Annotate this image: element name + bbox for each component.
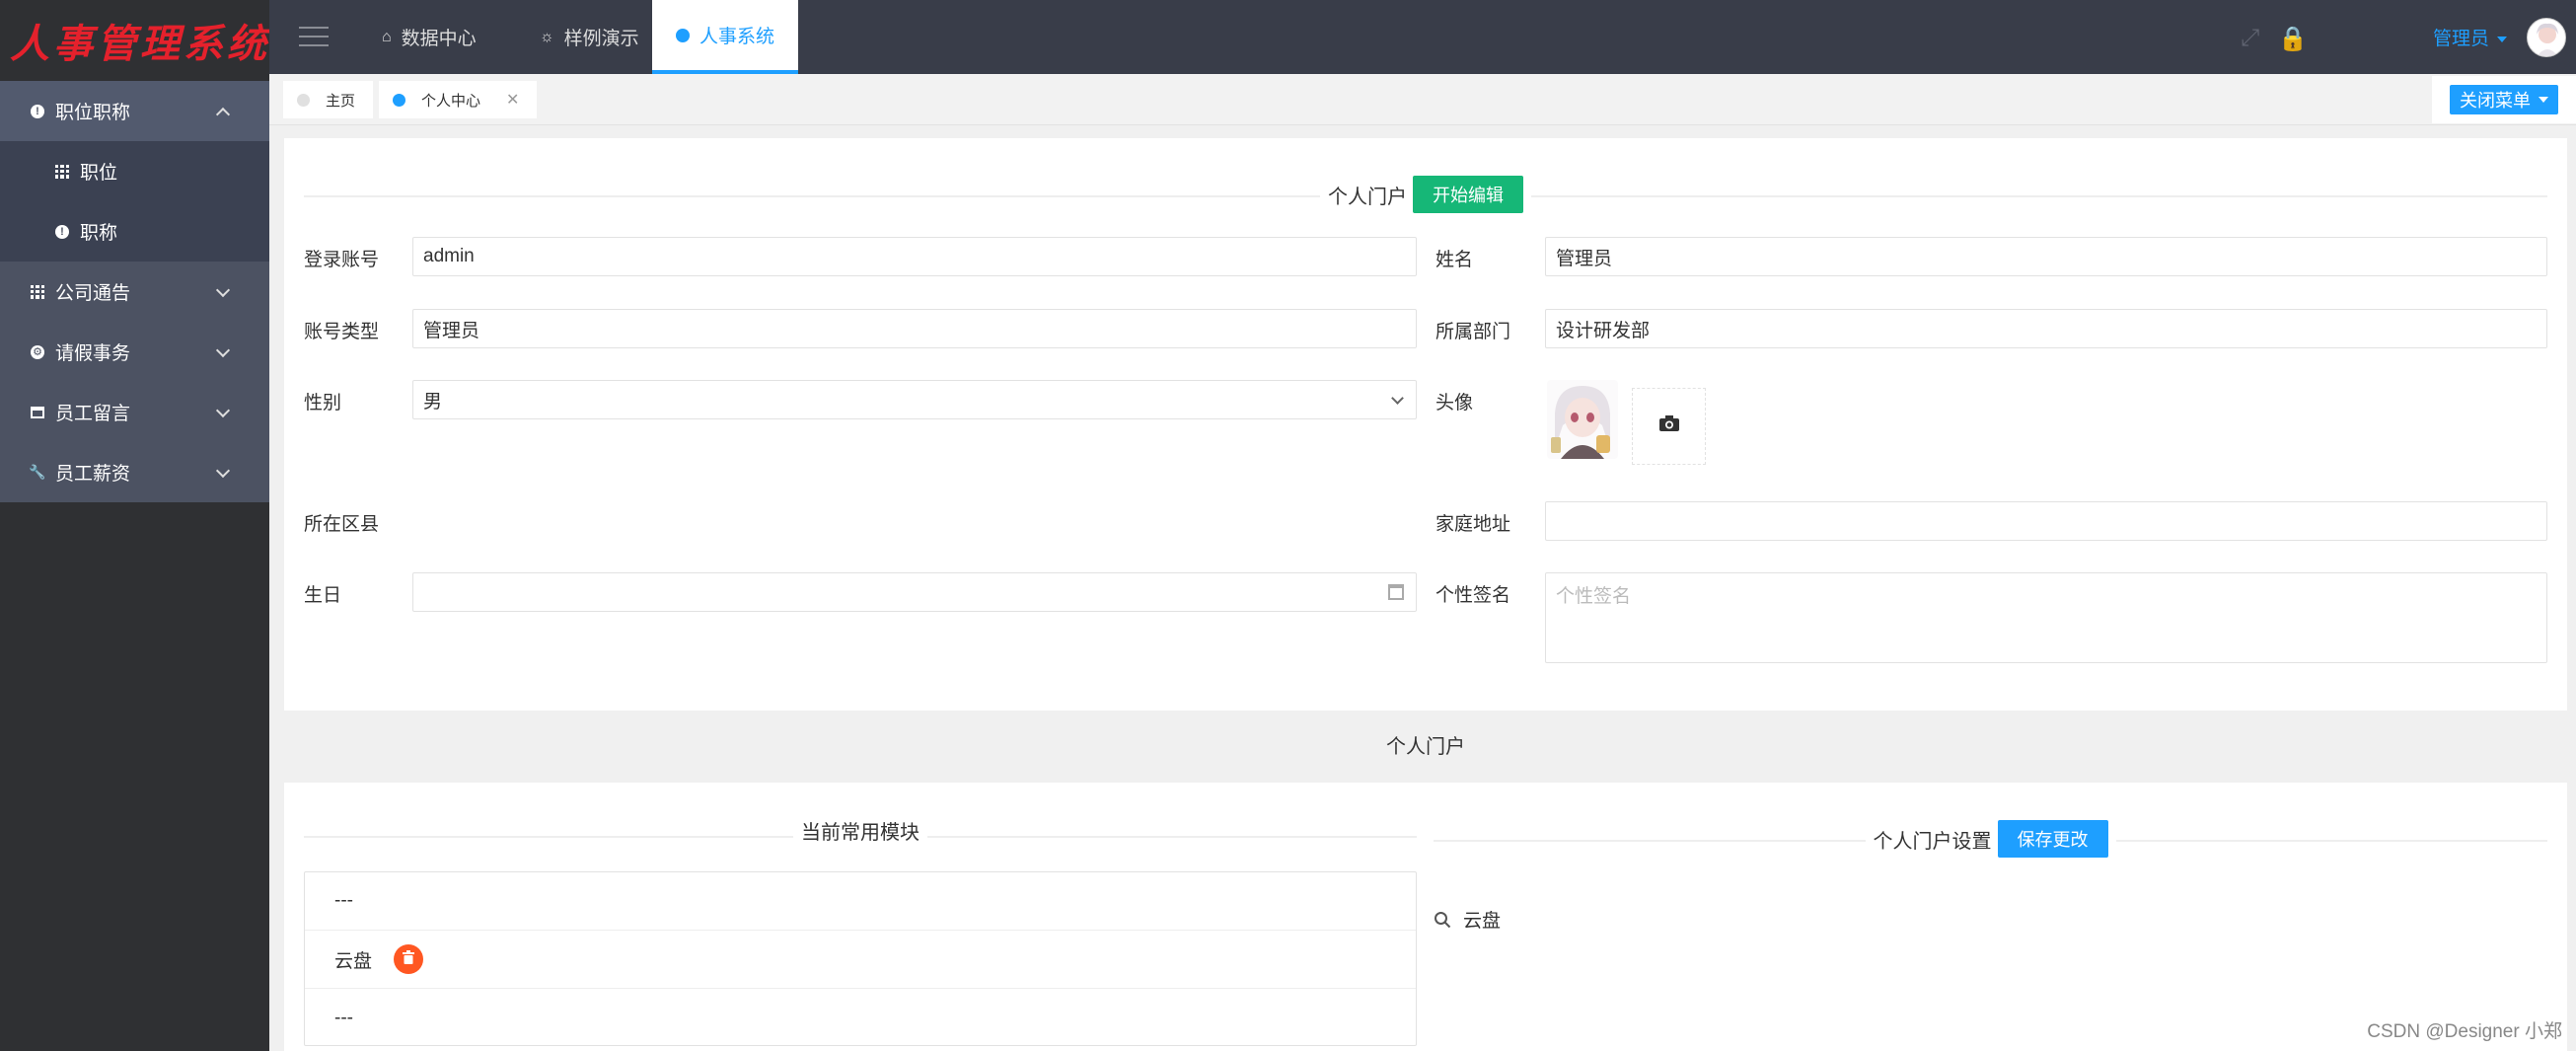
portal-settings-title-line: 个人门户设置 保存更改 <box>1434 820 2547 858</box>
avatar[interactable] <box>2527 18 2566 57</box>
top-header: ⌂ 数据中心 ☼ 样例演示 人事系统 ⤢ 🔒 管理员 <box>269 0 2576 74</box>
name-input[interactable]: 管理员 <box>1545 237 2547 276</box>
home-address-label: 家庭地址 <box>1435 514 1511 535</box>
sidebar-item-announcements[interactable]: 公司通告 <box>0 262 269 322</box>
signature-label: 个性签名 <box>1435 585 1511 606</box>
sidebar-item-position-title[interactable]: ! 职位职称 <box>0 81 269 141</box>
sidebar-item-label: 公司通告 <box>55 283 131 304</box>
caret-down-icon <box>2539 97 2548 103</box>
close-menu-wrap: 关闭菜单 <box>2432 76 2576 123</box>
calendar-icon <box>1388 584 1404 600</box>
avatar-label: 头像 <box>1435 393 1474 413</box>
sidebar-item-salary[interactable]: 🔧 员工薪资 <box>0 442 269 502</box>
district-label: 所在区县 <box>304 514 380 535</box>
start-edit-button[interactable]: 开始编辑 <box>1413 176 1523 213</box>
signature-textarea[interactable]: 个性签名 <box>1545 572 2547 663</box>
grid-icon <box>54 164 70 180</box>
sidebar-item-label: 职位职称 <box>55 103 131 123</box>
grid-icon <box>30 284 45 300</box>
chevron-down-icon <box>1391 392 1404 405</box>
department-label: 所属部门 <box>1435 322 1511 342</box>
profile-title: 个人门户 开始编辑 <box>1320 176 1531 213</box>
portal-search-item[interactable]: 云盘 <box>1434 906 1501 933</box>
info-circle-icon <box>676 28 690 42</box>
list-item: --- <box>334 1007 353 1028</box>
sidebar-item-label: 员工留言 <box>55 404 131 424</box>
watermark: CSDN @Designer 小郑 <box>2367 1021 2562 1042</box>
close-menu-button[interactable]: 关闭菜单 <box>2450 85 2558 114</box>
lock-icon[interactable]: 🔒 <box>2278 25 2308 53</box>
profile-title-line: 个人门户 开始编辑 <box>304 176 2547 213</box>
birthday-input[interactable] <box>412 572 1417 612</box>
gear-icon: ⚙ <box>30 344 45 360</box>
home-icon: ⌂ <box>382 28 392 45</box>
login-account-input[interactable]: admin <box>412 237 1417 276</box>
menu-toggle-icon[interactable] <box>299 27 329 46</box>
tab-dot-icon <box>393 93 405 107</box>
close-icon[interactable]: ✕ <box>506 90 519 110</box>
list-item: 云盘 <box>305 931 1416 989</box>
fullscreen-icon[interactable]: ⤢ <box>2241 25 2259 52</box>
login-account-label: 登录账号 <box>304 250 380 270</box>
gender-label: 性别 <box>304 393 342 413</box>
tab-demo[interactable]: ☼ 样例演示 <box>516 0 663 74</box>
search-icon <box>1434 911 1451 929</box>
sidebar-item-label: 员工薪资 <box>55 464 131 485</box>
app-logo[interactable]: 人事管理系统 <box>0 0 269 81</box>
name-label: 姓名 <box>1435 250 1474 270</box>
delete-module-button[interactable] <box>394 944 424 974</box>
sidebar-menu: ! 职位职称 职位 ! 职称 公司通告 ⚙ 请假事务 员工留言 🔧 员工薪资 <box>0 81 269 502</box>
sidebar-item-title[interactable]: ! 职称 <box>0 201 269 262</box>
save-changes-button[interactable]: 保存更改 <box>1997 820 2108 858</box>
bulb-icon: ☼ <box>540 28 554 45</box>
modules-title-line: 当前常用模块 <box>304 816 1417 845</box>
upload-avatar-button[interactable] <box>1632 388 1706 465</box>
modules-title: 当前常用模块 <box>793 816 927 845</box>
home-address-input[interactable] <box>1545 501 2547 541</box>
tab-hr-system[interactable]: 人事系统 <box>652 0 799 74</box>
sidebar-item-messages[interactable]: 员工留言 <box>0 382 269 442</box>
sidebar-item-label: 职称 <box>80 223 118 244</box>
portal-panel: 当前常用模块 个人门户设置 保存更改 --- 云盘 --- 云盘 <box>284 783 2567 1051</box>
camera-icon <box>1658 414 1680 438</box>
page-tab-home[interactable]: 主页 <box>283 81 374 118</box>
user-menu[interactable]: 管理员 <box>2433 24 2507 50</box>
account-type-input[interactable]: 管理员 <box>412 309 1417 348</box>
info-circle-icon: ! <box>54 224 70 240</box>
portal-section-header: 个人门户 <box>284 723 2567 765</box>
chevron-down-icon <box>215 463 231 478</box>
portal-settings-title: 个人门户设置 保存更改 <box>1865 820 2116 858</box>
department-input[interactable]: 设计研发部 <box>1545 309 2547 348</box>
tab-data-center[interactable]: ⌂ 数据中心 <box>358 0 500 74</box>
gender-select[interactable]: 男 <box>412 380 1417 419</box>
profile-panel: 个人门户 开始编辑 登录账号 admin 姓名 管理员 账号类型 管理员 所属部… <box>284 138 2567 711</box>
wrench-icon: 🔧 <box>29 464 46 480</box>
sidebar-item-position[interactable]: 职位 <box>0 141 269 201</box>
account-type-label: 账号类型 <box>304 322 380 342</box>
profile-photo <box>1547 380 1618 459</box>
chevron-down-icon <box>215 342 231 357</box>
logo-text: 人事管理系统 <box>10 21 270 67</box>
page-tab-profile[interactable]: 个人中心 ✕ <box>379 81 538 118</box>
calendar-icon <box>30 405 45 420</box>
modules-list: --- 云盘 --- <box>304 871 1417 1046</box>
trash-icon <box>403 948 415 970</box>
caret-down-icon <box>2497 36 2507 42</box>
list-item: --- <box>305 872 1416 931</box>
tab-dot-icon <box>297 93 310 107</box>
sidebar: 人事管理系统 ! 职位职称 职位 ! 职称 公司通告 ⚙ 请假事务 员工留言 🔧… <box>0 0 269 1051</box>
chevron-up-icon <box>215 107 231 121</box>
sidebar-item-label: 职位 <box>80 163 118 184</box>
birthday-label: 生日 <box>304 585 342 606</box>
chevron-down-icon <box>215 282 231 297</box>
chevron-down-icon <box>215 403 231 417</box>
sidebar-item-label: 请假事务 <box>55 343 131 364</box>
info-circle-icon: ! <box>30 104 45 119</box>
page-tab-bar: 主页 个人中心 ✕ 关闭菜单 <box>269 74 2576 125</box>
sidebar-item-leave[interactable]: ⚙ 请假事务 <box>0 322 269 382</box>
